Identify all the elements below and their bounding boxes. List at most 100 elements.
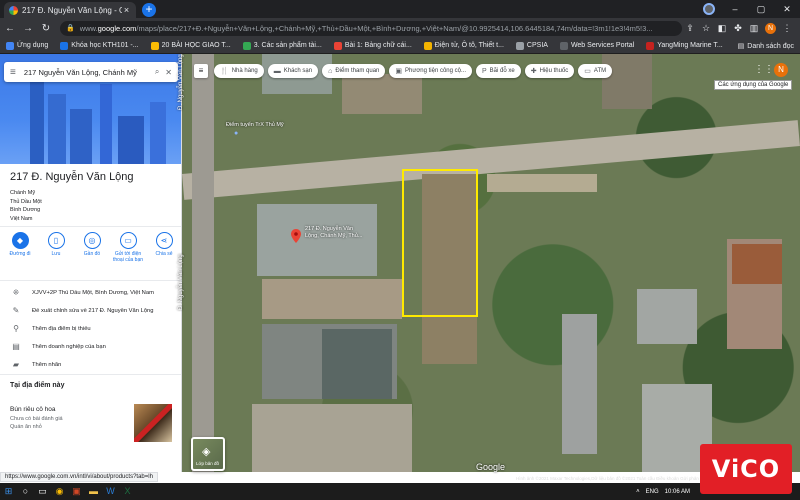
address-bar[interactable]: 🔒 www.google.com/maps/place/217+Đ.+Nguyễ… [60,20,682,36]
vico-watermark: ViCO [700,444,792,494]
bookmark-favicon-icon [150,41,159,50]
address-line: Bình Dương [10,207,41,213]
divider [0,374,181,375]
language-indicator[interactable]: ENG [646,489,659,495]
save-button[interactable]: ▯ Lưu [40,232,72,263]
window-controls: – ▢ ✕ [722,0,800,18]
layers-icon: ◈ [202,446,211,458]
map-profile-avatar[interactable]: N [774,63,788,77]
map-layers-menu-button[interactable]: ≡ [194,64,208,78]
reload-icon[interactable]: ↻ [38,23,54,34]
close-window-icon[interactable]: ✕ [774,4,800,15]
reading-list-button[interactable]: ▤ Danh sách đọc [738,38,794,54]
chip-restaurant[interactable]: 🍴 Nhà hàng [214,64,264,78]
clear-icon[interactable]: ✕ [165,68,172,77]
maximize-icon[interactable]: ▢ [748,4,774,15]
search-icon[interactable]: ○ [17,483,34,500]
bookmark-item[interactable]: Bài 1: Bảng chữ cái... [333,41,412,50]
browser-tab[interactable]: 217 Đ. Nguyễn Văn Lộng - Goog × [4,2,136,18]
hotel-icon: ▬ [273,67,281,75]
transit-icon: ▣ [395,68,402,75]
menu-icon[interactable]: ≡ [10,67,16,78]
more-icon[interactable]: ⋮ [779,23,795,34]
plus-code-icon: ⁜ [12,288,20,297]
add-place-row[interactable]: ⚲ Thêm địa điểm bị thiếu [10,324,178,333]
directions-button[interactable]: ◆ Đường đi [4,232,36,263]
vico-logo-text: ViCO [711,455,781,483]
nearby-button[interactable]: ◎ Gần đó [76,232,108,263]
add-label-row[interactable]: ▰ Thêm nhãn [10,360,178,369]
bookmark-favicon-icon [333,41,342,50]
place-hero-image[interactable]: ≡ 217 Nguyễn Văn Lộng, Chánh Mỹ ⌕ ✕ [0,54,181,164]
share-button[interactable]: ⋖ Chia sẻ [148,232,180,263]
share-icon: ⋖ [155,232,173,249]
profile-icon[interactable] [703,3,715,15]
puzzle-icon[interactable]: ✤ [730,23,746,34]
add-place-icon: ⚲ [13,324,19,333]
excel-icon[interactable]: X [119,483,136,500]
extension-icon[interactable]: ◧ [714,23,730,34]
bookmark-item[interactable]: 20 BÀI HỌC GIAO T... [150,41,231,50]
bookmark-item[interactable]: Ứng dụng [6,41,48,50]
nearby-business-name[interactable]: Bún riêu cô hoa [10,406,56,413]
windows-start-icon[interactable]: ⊞ [0,483,17,500]
bookmark-item[interactable]: Khóa học KTH101 -... [60,41,139,50]
file-explorer-icon[interactable]: ▬ [85,483,102,500]
chrome-icon[interactable]: ◉ [51,483,68,500]
profile-avatar[interactable]: N [765,22,776,34]
minimize-icon[interactable]: – [722,4,748,14]
chip-hotel[interactable]: ▬ Khách sạn [267,64,319,78]
road-label: Đ. Nguyễn Văn Lộng [178,254,184,310]
divider [0,226,181,227]
bookmark-item[interactable]: Điện tử, Ô tô, Thiết t... [423,41,504,50]
attraction-icon: ⌂ [328,67,333,75]
search-icon[interactable]: ⌕ [155,67,159,77]
tab-title: 217 Đ. Nguyễn Văn Lộng - Goog [22,5,122,15]
up-arrow-icon[interactable]: ˄ [636,489,640,495]
google-maps-favicon-icon [9,5,18,15]
place-header: 217 Đ. Nguyễn Văn Lộng Chánh Mỹ Thủ Dầu … [10,171,175,223]
search-box[interactable]: ≡ 217 Nguyễn Văn Lộng, Chánh Mỹ ⌕ ✕ [4,62,178,82]
satellite-map[interactable] [182,54,800,472]
search-input[interactable]: 217 Nguyễn Văn Lộng, Chánh Mỹ [24,68,149,77]
layers-button[interactable]: ◈ Lớp bản đồ [191,437,225,471]
clock[interactable]: 10:06 AM [665,489,690,495]
new-tab-button[interactable]: + [142,3,156,17]
reading-mode-icon[interactable]: ▥ [746,23,762,34]
parking-icon: P [482,67,487,75]
bookmark-item[interactable]: Web Services Portal [559,41,634,50]
add-business-row[interactable]: ▤ Thêm doanh nghiệp của bạn [10,342,178,351]
chip-parking[interactable]: P Bãi đỗ xe [476,64,521,78]
business-icon: ▤ [12,342,20,351]
send-to-phone-icon: ▭ [119,232,137,249]
word-icon[interactable]: W [102,483,119,500]
plus-code-row[interactable]: ⁜ XJVV+2P Thủ Dầu Một, Bình Dương, Việt … [10,288,178,297]
chip-transit[interactable]: ▣ Phương tiện công cộ... [389,64,472,78]
lock-icon: 🔒 [66,25,75,32]
google-apps-icon[interactable]: ⋮⋮ [754,64,774,75]
bookmark-item[interactable]: YangMing Marine T... [646,41,723,50]
back-icon[interactable]: ← [2,23,18,34]
suggest-edit-row[interactable]: ✎ Đề xuất chỉnh sửa về 217 Đ. Nguyễn Văn… [10,306,178,315]
send-to-phone-button[interactable]: ▭ Gửi tới điện thoại của bạn [112,232,144,263]
tab-strip: 217 Đ. Nguyễn Văn Lộng - Goog × + – ▢ ✕ [0,0,800,18]
powerpoint-icon[interactable]: ▣ [68,483,85,500]
atm-icon: ▭ [584,68,591,75]
poi-marker-icon[interactable]: ● [234,130,238,137]
star-icon[interactable]: ☆ [698,23,714,34]
bookmark-item[interactable]: CPSIA [515,41,548,50]
poi-label[interactable]: Điểm tuyển TrX Thủ Mỹ [226,122,284,128]
forward-icon[interactable]: → [20,23,36,34]
close-tab-icon[interactable]: × [122,5,131,15]
chip-attraction[interactable]: ⌂ Điểm tham quan [322,64,386,78]
nearby-business-photo[interactable] [134,404,172,442]
location-pin-icon[interactable] [291,229,301,243]
ground [602,54,652,109]
bookmark-item[interactable]: 3. Các sản phẩm tài... [242,41,322,50]
chip-pharmacy[interactable]: ✚ Hiệu thuốc [524,64,575,78]
url-text: www.google.com/maps/place/217+Đ.+Nguyễn+… [79,23,653,33]
chip-atm[interactable]: ▭ ATM [578,64,613,78]
share-page-icon[interactable]: ⇪ [682,23,698,34]
action-bar: ◆ Đường đi ▯ Lưu ◎ Gần đó ▭ Gửi tới điện… [4,232,180,263]
task-view-icon[interactable]: ▭ [34,483,51,500]
